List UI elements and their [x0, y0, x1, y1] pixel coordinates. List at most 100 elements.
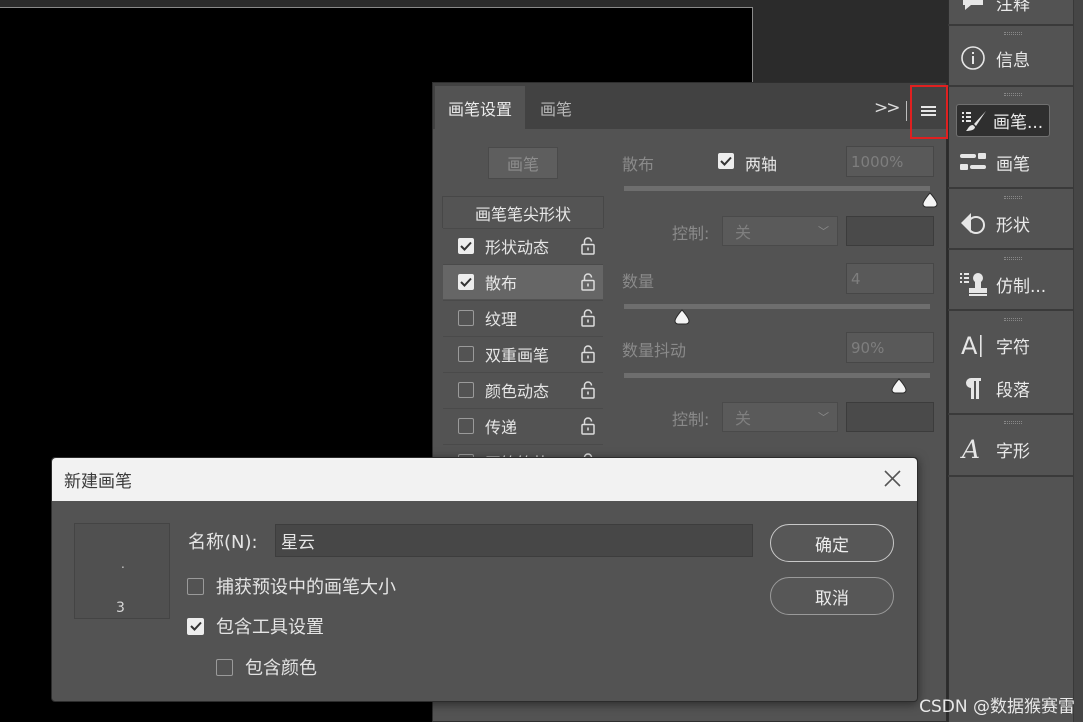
option-label: 双重画笔: [485, 346, 550, 365]
option-label: 散布: [485, 274, 518, 293]
cancel-button[interactable]: 取消: [770, 577, 894, 615]
checkbox-checked-icon[interactable]: [458, 274, 474, 290]
dock-separator: [948, 248, 1073, 250]
unlock-icon[interactable]: [581, 237, 595, 255]
dock-grip[interactable]: [1004, 318, 1022, 321]
include-tool-option[interactable]: 包含工具设置: [187, 613, 324, 639]
brush-presets-button[interactable]: 画笔: [488, 147, 558, 179]
control2-dropdown[interactable]: 关 ﹀: [722, 402, 838, 432]
dock-separator: [948, 85, 1073, 87]
brush-tip-shape-header[interactable]: 画笔笔尖形状: [442, 196, 604, 228]
control-label: 控制:: [672, 224, 710, 243]
dock-item-comment[interactable]: 注释: [956, 0, 1072, 17]
option-color-dynamics[interactable]: 颜色动态: [443, 372, 603, 407]
count-jitter-value-input[interactable]: 90%: [846, 332, 934, 363]
count-value-input[interactable]: 4: [846, 263, 934, 294]
brushes-icon: [956, 151, 990, 173]
dock-item-paragraph[interactable]: 段落: [956, 373, 1072, 403]
option-label: 纹理: [485, 310, 518, 329]
dock-item-label: 段落: [996, 380, 1030, 401]
dock-item-character[interactable]: A 字符: [956, 330, 1072, 360]
tab-divider: [906, 101, 907, 121]
dock-grip[interactable]: [1004, 257, 1022, 260]
brush-preview-dot: .: [121, 557, 125, 571]
both-axes-label: 两轴: [745, 155, 778, 174]
svg-text:A: A: [961, 332, 978, 359]
include-color-option[interactable]: 包含颜色: [216, 654, 317, 680]
brush-settings-icon: [957, 109, 991, 133]
tab-brush[interactable]: 画笔: [530, 86, 582, 129]
dock-grip[interactable]: [1004, 32, 1022, 35]
dock-item-brush-settings[interactable]: 画笔...: [956, 104, 1050, 137]
include-color-label: 包含颜色: [245, 658, 317, 679]
shapes-icon: [956, 210, 990, 236]
unlock-icon[interactable]: [581, 381, 595, 399]
dock-item-label: 字符: [996, 337, 1030, 358]
svg-text:A: A: [960, 435, 980, 463]
count-jitter-slider-track[interactable]: [624, 373, 930, 378]
glyphs-icon: A: [956, 435, 990, 463]
dialog-title-bar[interactable]: [52, 458, 917, 501]
scatter-slider-track[interactable]: [624, 186, 930, 191]
name-input[interactable]: 星云: [275, 524, 753, 557]
option-texture[interactable]: 纹理: [443, 300, 603, 335]
control2-value: 关: [735, 409, 752, 428]
info-icon: [956, 45, 990, 71]
dialog-title: 新建画笔: [64, 472, 132, 492]
comment-icon: [956, 0, 990, 12]
option-scatter[interactable]: 散布: [443, 264, 603, 299]
dock-separator: [948, 187, 1073, 189]
expand-panel-icon[interactable]: >>: [874, 98, 900, 118]
dock-grip[interactable]: [1004, 196, 1022, 199]
tab-brush-settings[interactable]: 画笔设置: [435, 86, 525, 129]
brush-preview-size: 3: [116, 600, 125, 616]
character-icon: A: [956, 331, 990, 359]
name-label: 名称(N):: [188, 532, 258, 553]
control2-field: [846, 402, 934, 432]
dock-item-label: 字形: [996, 441, 1030, 462]
control-dropdown[interactable]: 关 ﹀: [722, 216, 838, 246]
checkbox-checked-icon[interactable]: [187, 617, 204, 635]
checkbox-checked-icon[interactable]: [458, 238, 474, 254]
dock-item-label: 信息: [996, 50, 1030, 71]
dock-scroll-edge: [1073, 0, 1083, 722]
scatter-label: 散布: [622, 155, 655, 174]
dock-separator: [948, 309, 1073, 311]
checkbox-unchecked-icon[interactable]: [458, 418, 474, 434]
dock-grip[interactable]: [1004, 93, 1022, 96]
checkbox-unchecked-icon[interactable]: [458, 382, 474, 398]
unlock-icon[interactable]: [581, 345, 595, 363]
ok-button[interactable]: 确定: [770, 524, 894, 562]
dock-item-brushes[interactable]: 画笔: [956, 147, 1072, 177]
dock-item-clone-source[interactable]: 仿制...: [956, 269, 1072, 299]
scatter-value-input[interactable]: 1000%: [846, 146, 934, 177]
watermark: CSDN @数据猴赛雷: [919, 697, 1075, 717]
dock-grip[interactable]: [1004, 421, 1022, 424]
close-icon[interactable]: [883, 469, 902, 488]
both-axes-checkbox[interactable]: [718, 153, 734, 169]
panel-menu-icon[interactable]: [921, 103, 936, 116]
dock-item-label: 仿制...: [996, 276, 1047, 297]
checkbox-unchecked-icon[interactable]: [216, 658, 233, 676]
checkbox-unchecked-icon[interactable]: [458, 346, 474, 362]
dock-item-shapes[interactable]: 形状: [956, 208, 1072, 238]
dock-item-info[interactable]: 信息: [956, 43, 1072, 73]
chevron-down-icon: ﹀: [818, 225, 829, 238]
chevron-down-icon: ﹀: [818, 411, 829, 424]
option-label: 形状动态: [485, 238, 550, 257]
option-transfer[interactable]: 传递: [443, 408, 603, 443]
dock-item-label: 形状: [996, 215, 1030, 236]
unlock-icon[interactable]: [581, 273, 595, 291]
count-slider-track[interactable]: [624, 304, 930, 309]
option-label: 颜色动态: [485, 382, 550, 401]
capture-size-option[interactable]: 捕获预设中的画笔大小: [187, 573, 396, 599]
dock-separator: [948, 475, 1073, 477]
unlock-icon[interactable]: [581, 417, 595, 435]
unlock-icon[interactable]: [581, 309, 595, 327]
dock-item-label: 画笔...: [993, 113, 1044, 133]
option-dual-brush[interactable]: 双重画笔: [443, 336, 603, 371]
checkbox-unchecked-icon[interactable]: [458, 310, 474, 326]
dock-item-glyphs[interactable]: A 字形: [956, 434, 1072, 464]
checkbox-unchecked-icon[interactable]: [187, 577, 204, 595]
option-shape-dynamics[interactable]: 形状动态: [443, 228, 603, 263]
